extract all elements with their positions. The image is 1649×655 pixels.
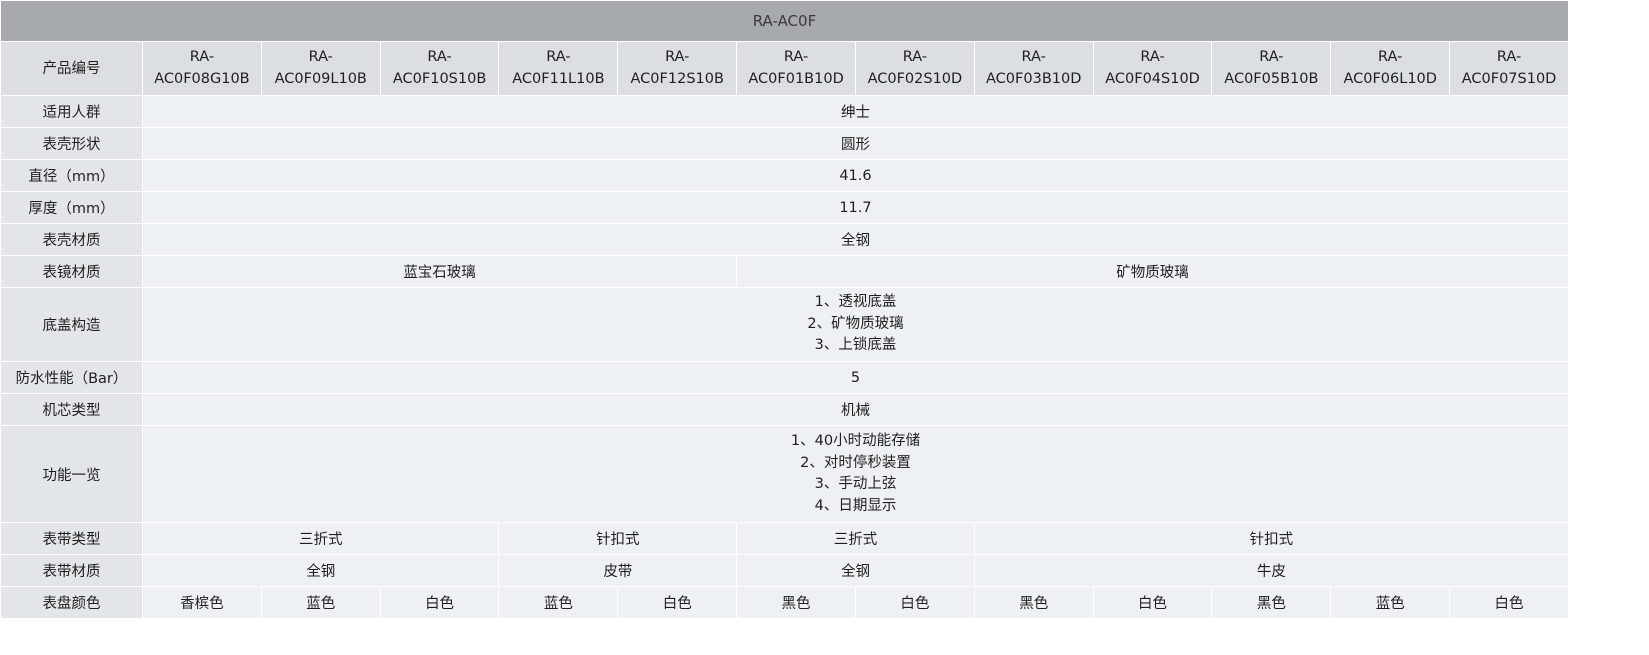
dial-color-value: 香槟色 [142, 586, 262, 619]
function-line: 4、日期显示 [814, 497, 897, 514]
table-row: 防水性能（Bar） 5 [0, 361, 1569, 394]
table-row: 适用人群 绅士 [0, 95, 1569, 128]
dial-color-value: 白色 [617, 586, 738, 619]
model-cell: RA- AC0F07S10D [1449, 41, 1569, 96]
table-row: 表壳材质 全钢 [0, 223, 1569, 256]
dial-color-value: 白色 [1449, 586, 1569, 619]
model-cell: RA- AC0F03B10D [973, 41, 1094, 96]
strap-material-value: 全钢 [141, 554, 500, 587]
spec-table: RA-AC0F 产品编号 RA- AC0F08G10B RA- AC0F09L10B… [0, 0, 1569, 619]
target-user-value: 绅士 [142, 95, 1569, 128]
thickness-value: 11.7 [142, 191, 1569, 224]
table-row: 表带类型 三折式 针扣式 三折式 针扣式 [0, 522, 1569, 555]
crystal-value: 蓝宝石玻璃 [141, 255, 738, 288]
model-cell: RA- AC0F12S10B [617, 41, 738, 96]
strap-material-value: 全钢 [736, 554, 975, 587]
strap-type-value: 针扣式 [973, 522, 1569, 555]
table-row: 表壳形状 圆形 [0, 127, 1569, 160]
table-row: 表带材质 全钢 皮带 全钢 牛皮 [0, 554, 1569, 587]
model-cell: RA- AC0F08G10B [142, 41, 262, 96]
model-cell: RA- AC0F02S10D [854, 41, 975, 96]
table-row: 功能一览 1、40小时动能存储 2、对时停秒装置 3、手动上弦 4、日期显示 [0, 425, 1569, 523]
model-cell: RA- AC0F05B10B [1211, 41, 1332, 96]
title-row: RA-AC0F [0, 0, 1569, 42]
model-cell: RA- AC0F04S10D [1092, 41, 1213, 96]
diameter-value: 41.6 [142, 159, 1569, 192]
strap-material-value: 皮带 [498, 554, 738, 587]
row-label-dial-color: 表盘颜色 [0, 586, 143, 619]
row-label-strap-material: 表带材质 [0, 554, 143, 587]
dial-color-value: 黑色 [973, 586, 1094, 619]
dial-color-value: 蓝色 [498, 586, 619, 619]
dial-color-value: 蓝色 [260, 586, 381, 619]
function-line: 1、40小时动能存储 [790, 433, 921, 449]
water-resistance-value: 5 [142, 361, 1569, 394]
row-label-diameter: 直径（mm） [0, 159, 143, 192]
caseback-value: 1、透视底盖 2、矿物质玻璃 3、上锁底盖 [142, 287, 1569, 362]
row-label-movement: 机芯类型 [0, 393, 143, 426]
function-line: 3、手动上弦 [814, 476, 897, 492]
functions-value: 1、40小时动能存储 2、对时停秒装置 3、手动上弦 4、日期显示 [142, 425, 1569, 523]
strap-type-value: 针扣式 [498, 522, 738, 555]
row-label-crystal: 表镜材质 [0, 255, 143, 288]
dial-color-value: 黑色 [736, 586, 856, 619]
row-label-target-user: 适用人群 [0, 95, 143, 128]
table-row: 表盘颜色 香槟色 蓝色 白色 蓝色 白色 黑色 白色 黑色 白色 黑色 蓝色 白… [0, 586, 1569, 619]
table-row: 直径（mm） 41.6 [0, 159, 1569, 192]
case-shape-value: 圆形 [142, 127, 1569, 160]
movement-value: 机械 [142, 393, 1569, 426]
table-row: 机芯类型 机械 [0, 393, 1569, 426]
strap-type-value: 三折式 [736, 522, 975, 555]
table-row: 表镜材质 蓝宝石玻璃 矿物质玻璃 [0, 255, 1569, 288]
row-label-caseback: 底盖构造 [0, 287, 143, 362]
row-label-thickness: 厚度（mm） [0, 191, 143, 224]
row-label-water-resistance: 防水性能（Bar） [0, 361, 143, 394]
row-label-model: 产品编号 [0, 41, 143, 96]
model-cell: RA- AC0F01B10D [736, 41, 856, 96]
strap-type-value: 三折式 [141, 522, 500, 555]
function-line: 2、对时停秒装置 [800, 454, 911, 471]
dial-color-value: 蓝色 [1330, 586, 1451, 619]
dial-color-value: 白色 [1092, 586, 1213, 619]
model-row: 产品编号 RA- AC0F08G10B RA- AC0F09L10B RA- AC0F… [0, 41, 1569, 96]
model-cell: RA- AC0F06L10D [1330, 41, 1451, 96]
model-cell: RA- AC0F10S10B [379, 41, 500, 96]
table-row: 厚度（mm） 11.7 [0, 191, 1569, 224]
dial-color-value: 白色 [854, 586, 975, 619]
dial-color-value: 黑色 [1211, 586, 1332, 619]
row-label-case-shape: 表壳形状 [0, 127, 143, 160]
model-cell: RA- AC0F11L10B [498, 41, 619, 96]
table-title: RA-AC0F [0, 0, 1569, 42]
model-cell: RA- AC0F09L10B [260, 41, 381, 96]
caseback-line: 1、透视底盖 [814, 294, 897, 311]
caseback-line: 3、上锁底盖 [814, 337, 897, 354]
strap-material-value: 牛皮 [973, 554, 1569, 587]
crystal-value: 矿物质玻璃 [736, 255, 1569, 288]
table-row: 底盖构造 1、透视底盖 2、矿物质玻璃 3、上锁底盖 [0, 287, 1569, 362]
caseback-line: 2、矿物质玻璃 [807, 315, 904, 332]
dial-color-value: 白色 [379, 586, 500, 619]
row-label-case-material: 表壳材质 [0, 223, 143, 256]
case-material-value: 全钢 [142, 223, 1569, 256]
row-label-functions: 功能一览 [0, 425, 143, 523]
row-label-strap-type: 表带类型 [0, 522, 143, 555]
